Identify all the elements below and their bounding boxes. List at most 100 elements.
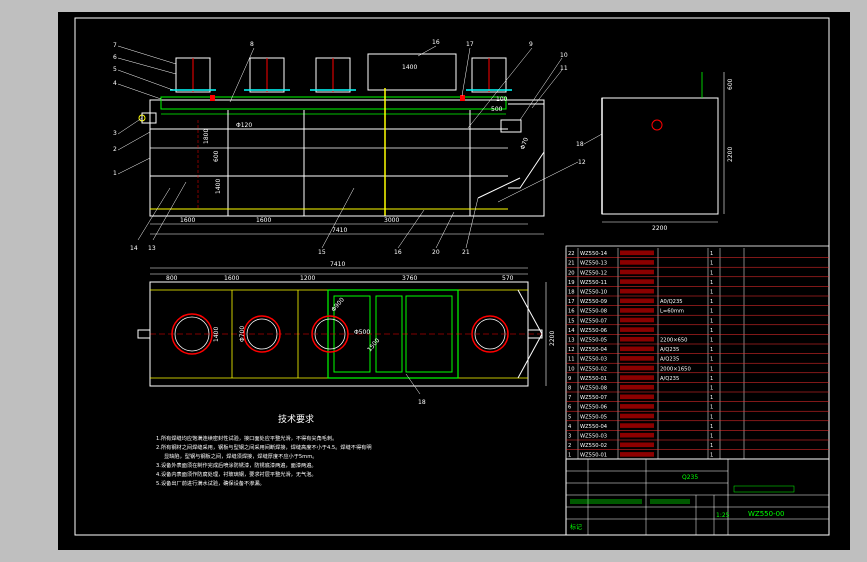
parts-row-no: 14 <box>568 328 575 334</box>
parts-row-qty: 1 <box>710 395 713 401</box>
tank-body <box>149 99 545 217</box>
parts-row-no: 22 <box>568 251 575 257</box>
parts-row-qty: 1 <box>710 347 713 353</box>
parts-row-qty: 1 <box>710 290 713 296</box>
tech-note-line-3: 显缺陷，型钢与钢板之间，焊缝须焊接，焊缝厚度不应小于5mm。 <box>164 452 317 460</box>
parts-row-no: 6 <box>568 405 571 411</box>
parts-row-name-cell <box>620 317 654 323</box>
parts-row-no: 16 <box>568 309 575 315</box>
parts-row-code: WZ550-08 <box>580 309 607 315</box>
parts-list-table: 22 WZ550-14 121 WZ550-13 120 WZ550-12 119 WZ550… <box>565 245 830 460</box>
parts-row-code: WZ550-08 <box>580 386 607 392</box>
parts-row-name-cell <box>620 452 654 457</box>
parts-row-qty: 1 <box>710 414 713 420</box>
parts-row-code: WZ550-01 <box>580 453 607 459</box>
callout-16-bottom: 16 <box>394 249 402 256</box>
parts-row-qty: 1 <box>710 338 713 344</box>
side-view-outline <box>601 97 719 215</box>
technical-notes: 技术要求 1.所有焊缝均应饱满连续密封性试验，接口面处应平整光滑，不得有尖角毛刺… <box>156 413 372 487</box>
front-vdim-3: 600 <box>213 150 220 162</box>
parts-row-qty: 1 <box>710 434 713 440</box>
parts-row-spec: A/Q235 <box>660 357 679 363</box>
callout-8: 8 <box>250 41 254 48</box>
parts-row-name-cell <box>620 327 654 332</box>
parts-row-qty: 1 <box>710 376 713 382</box>
front-view: 1400 Φ120 500 100 Φ70 1800 1400 600 1600… <box>113 39 586 256</box>
parts-row-no: 12 <box>568 347 575 353</box>
tech-note-line-5: 4.设备内表面须作防腐处理，衬玻璃钢，要求衬层平整光滑，无气泡。 <box>156 470 317 478</box>
parts-row-spec: A/Q235 <box>660 376 679 382</box>
parts-row-name-cell <box>620 413 654 419</box>
side-view: 2200 2200 600 18 <box>576 72 734 232</box>
title-scale: 1:25 <box>716 512 730 519</box>
parts-row-no: 15 <box>568 318 575 324</box>
parts-row-code: WZ550-06 <box>580 405 607 411</box>
equipment-box <box>367 53 457 91</box>
plan-dim-5: 570 <box>502 275 514 282</box>
parts-row-qty: 1 <box>710 443 713 449</box>
front-dim-b2: 1600 <box>256 217 271 224</box>
parts-row-code: WZ550-11 <box>580 280 607 286</box>
title-block: Q235 1:25 WZ550-00 标记 <box>565 458 830 536</box>
parts-row-code: WZ550-14 <box>580 251 608 257</box>
parts-row-name-cell <box>620 346 654 352</box>
parts-row-no: 13 <box>568 338 575 344</box>
callout-20: 20 <box>432 249 440 256</box>
callout-12: 12 <box>578 159 586 166</box>
cad-drawing-canvas[interactable]: 1400 Φ120 500 100 Φ70 1800 1400 600 1600… <box>58 12 850 550</box>
parts-row-qty: 1 <box>710 270 713 276</box>
parts-row-spec: A0/Q235 <box>660 299 683 305</box>
plan-view: 800 1600 1200 3760 570 7410 1400 Φ700 Φ9… <box>137 261 556 406</box>
parts-row-name-cell <box>620 250 654 256</box>
callouts-top: 8 16 17 9 10 11 <box>229 39 568 129</box>
parts-row-no: 17 <box>568 299 575 305</box>
plan-dim-phi500: Φ500 <box>354 329 370 336</box>
callout-2: 2 <box>113 146 117 153</box>
parts-row-spec: 2000×1650 <box>660 366 691 372</box>
front-dim-phi70: Φ70 <box>519 137 530 151</box>
parts-row-qty: 1 <box>710 299 713 305</box>
parts-row-code: WZ550-04 <box>580 424 608 430</box>
front-dim-total: 7410 <box>332 227 347 234</box>
parts-row-qty: 1 <box>710 386 713 392</box>
callout-15: 15 <box>318 249 326 256</box>
box-dim: 1400 <box>402 64 417 71</box>
parts-row-name-cell <box>620 394 654 400</box>
callout-11: 11 <box>560 65 568 72</box>
plan-dim-1500: 1500 <box>366 337 381 353</box>
parts-row-no: 5 <box>568 414 571 420</box>
plan-dim-phi700: Φ700 <box>239 326 246 342</box>
parts-row-no: 11 <box>568 357 575 363</box>
front-dim-b1: 1600 <box>180 217 195 224</box>
side-dim-width: 2200 <box>652 225 667 232</box>
callout-6: 6 <box>113 54 117 61</box>
callout-3: 3 <box>113 130 117 137</box>
tech-note-line-2: 2.所有钢材之间焊缝采用，钢板与型钢之间采用间断焊接，焊缝高度不小于4.5。焊缝… <box>156 443 372 451</box>
parts-row-name-cell <box>620 336 654 342</box>
parts-row-spec: L=60mm <box>660 309 684 315</box>
callout-1: 1 <box>113 170 117 177</box>
parts-row-code: WZ550-10 <box>580 290 607 296</box>
parts-row-qty: 1 <box>710 357 713 363</box>
front-vdim-1: 1800 <box>203 129 210 144</box>
tech-notes-title: 技术要求 <box>278 413 314 425</box>
parts-row-name-cell <box>620 260 654 265</box>
parts-row-qty: 1 <box>710 251 713 257</box>
callout-13: 13 <box>148 245 156 252</box>
parts-row-code: WZ550-02 <box>580 443 607 449</box>
parts-row-code: WZ550-06 <box>580 328 607 334</box>
title-drawing-no: WZ550-00 <box>748 510 785 518</box>
parts-row-no: 10 <box>568 366 575 372</box>
parts-row-name-cell <box>620 365 654 371</box>
parts-row-no: 20 <box>568 270 575 276</box>
title-material: Q235 <box>682 474 698 481</box>
front-vdim-2: 1400 <box>215 179 222 194</box>
side-view-port <box>651 119 663 131</box>
callout-7: 7 <box>113 42 117 49</box>
tech-note-line-6: 5.设备出厂前进行满水试验，确保设备不渗漏。 <box>156 479 265 487</box>
parts-row-name-cell <box>620 269 654 275</box>
callout-14: 14 <box>130 245 138 252</box>
parts-row-no: 2 <box>568 443 571 449</box>
parts-row-name-cell <box>620 356 654 361</box>
parts-row-no: 9 <box>568 376 571 382</box>
